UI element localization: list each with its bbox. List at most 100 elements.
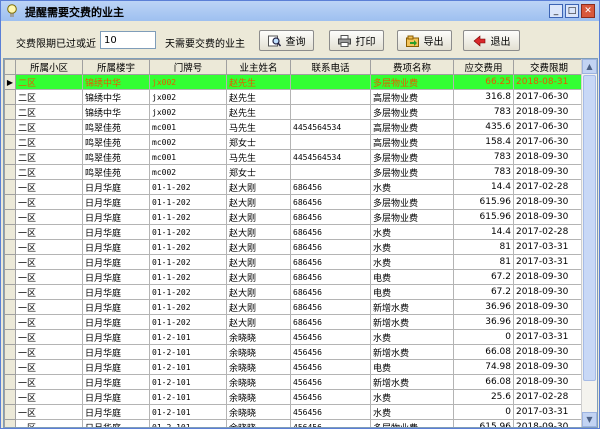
table-cell[interactable]: 686456 xyxy=(290,299,371,315)
table-cell[interactable]: 01-2-101 xyxy=(149,404,227,420)
table-cell[interactable]: 2018-09-30 xyxy=(513,194,585,210)
table-cell[interactable]: 67.2 xyxy=(453,284,514,300)
row-indicator[interactable] xyxy=(4,389,16,405)
data-grid[interactable]: 所属小区 所属楼宇 门牌号 业主姓名 联系电话 费项名称 应交费用 交费限期 ▶… xyxy=(3,58,598,428)
table-cell[interactable]: 鸣翠佳苑 xyxy=(82,134,150,150)
row-indicator[interactable] xyxy=(4,119,16,135)
table-cell[interactable]: 81 xyxy=(453,239,514,255)
table-cell[interactable]: 水费 xyxy=(370,254,454,270)
table-cell[interactable]: 2017-03-31 xyxy=(513,239,585,255)
table-cell[interactable]: 余晓晓 xyxy=(226,374,291,390)
table-cell[interactable]: 2017-03-31 xyxy=(513,254,585,270)
row-indicator[interactable] xyxy=(4,239,16,255)
table-row[interactable]: 一区 日月华庭 01-2-101 余晓晓 456456 电费 74.98 2018-09-30 xyxy=(4,359,585,375)
table-cell[interactable]: 01-2-101 xyxy=(149,389,227,405)
table-cell[interactable]: 67.2 xyxy=(453,269,514,285)
table-cell[interactable]: 2018-09-30 xyxy=(513,269,585,285)
table-cell[interactable]: 高层物业费 xyxy=(370,89,454,105)
table-cell[interactable]: 二区 xyxy=(15,119,83,135)
table-cell[interactable]: 水费 xyxy=(370,239,454,255)
print-button[interactable]: 打印 xyxy=(329,30,384,51)
table-cell[interactable]: 锦绣中华 xyxy=(82,89,150,105)
table-cell[interactable]: 赵大刚 xyxy=(226,254,291,270)
row-indicator[interactable] xyxy=(4,89,16,105)
table-cell[interactable]: 马先生 xyxy=(226,119,291,135)
table-cell[interactable]: 2018-09-30 xyxy=(513,284,585,300)
table-cell[interactable]: 36.96 xyxy=(453,299,514,315)
table-cell[interactable]: 2018-09-30 xyxy=(513,344,585,360)
table-cell[interactable]: 01-1-202 xyxy=(149,194,227,210)
table-cell[interactable]: 余晓晓 xyxy=(226,329,291,345)
table-cell[interactable]: 01-1-202 xyxy=(149,209,227,225)
table-cell[interactable]: 0 xyxy=(453,404,514,420)
table-cell[interactable]: 01-2-101 xyxy=(149,419,227,427)
table-cell[interactable]: 2018-09-30 xyxy=(513,359,585,375)
table-cell[interactable]: 日月华庭 xyxy=(82,344,150,360)
table-cell[interactable]: 鸣翠佳苑 xyxy=(82,149,150,165)
table-cell[interactable]: 一区 xyxy=(15,224,83,240)
table-cell[interactable]: 郑女士 xyxy=(226,134,291,150)
table-cell[interactable]: 一区 xyxy=(15,209,83,225)
table-cell[interactable] xyxy=(290,89,371,105)
table-cell[interactable]: 一区 xyxy=(15,284,83,300)
table-cell[interactable]: 01-2-101 xyxy=(149,374,227,390)
table-row[interactable]: 一区 日月华庭 01-2-101 余晓晓 456456 新增水费 66.08 2018-09-… xyxy=(4,374,585,390)
table-cell[interactable]: 日月华庭 xyxy=(82,209,150,225)
table-cell[interactable]: 2018-09-30 xyxy=(513,104,585,120)
table-cell[interactable]: 日月华庭 xyxy=(82,329,150,345)
table-cell[interactable]: 2018-09-30 xyxy=(513,209,585,225)
row-indicator[interactable] xyxy=(4,209,16,225)
table-cell[interactable]: 二区 xyxy=(15,74,83,90)
query-button[interactable]: 查询 xyxy=(259,30,314,51)
table-cell[interactable]: 01-1-202 xyxy=(149,269,227,285)
table-cell[interactable]: 多层物业费 xyxy=(370,164,454,180)
table-cell[interactable]: 二区 xyxy=(15,164,83,180)
table-cell[interactable]: 日月华庭 xyxy=(82,389,150,405)
table-cell[interactable]: 74.98 xyxy=(453,359,514,375)
table-cell[interactable]: 水费 xyxy=(370,404,454,420)
scroll-up-button[interactable]: ▲ xyxy=(582,59,597,74)
table-cell[interactable]: 456456 xyxy=(290,389,371,405)
table-cell[interactable]: 456456 xyxy=(290,344,371,360)
table-cell[interactable]: 36.96 xyxy=(453,314,514,330)
table-cell[interactable]: 赵大刚 xyxy=(226,269,291,285)
row-indicator[interactable] xyxy=(4,224,16,240)
row-indicator[interactable] xyxy=(4,329,16,345)
row-indicator[interactable] xyxy=(4,179,16,195)
table-cell[interactable]: 赵大刚 xyxy=(226,194,291,210)
table-cell[interactable]: 二区 xyxy=(15,104,83,120)
table-cell[interactable]: 686456 xyxy=(290,209,371,225)
table-cell[interactable]: 二区 xyxy=(15,149,83,165)
table-cell[interactable]: 余晓晓 xyxy=(226,389,291,405)
table-cell[interactable] xyxy=(290,164,371,180)
table-row[interactable]: 一区 日月华庭 01-1-202 赵大刚 686456 多层物业费 615.96 2018-0… xyxy=(4,209,585,225)
table-cell[interactable]: 赵先生 xyxy=(226,74,291,90)
table-cell[interactable]: 01-1-202 xyxy=(149,299,227,315)
table-cell[interactable]: 二区 xyxy=(15,89,83,105)
row-indicator[interactable] xyxy=(4,134,16,150)
table-cell[interactable]: 锦绣中华 xyxy=(82,104,150,120)
table-cell[interactable]: 赵先生 xyxy=(226,89,291,105)
table-cell[interactable]: 锦绣中华 xyxy=(82,74,150,90)
table-cell[interactable]: mc002 xyxy=(149,164,227,180)
table-row[interactable]: 一区 日月华庭 01-1-202 赵大刚 686456 电费 67.2 2018-09-30 xyxy=(4,269,585,285)
table-cell[interactable]: 686456 xyxy=(290,269,371,285)
table-cell[interactable]: 日月华庭 xyxy=(82,224,150,240)
table-cell[interactable]: 01-1-202 xyxy=(149,284,227,300)
table-cell[interactable]: 2018-09-30 xyxy=(513,164,585,180)
table-cell[interactable]: 4454564534 xyxy=(290,119,371,135)
table-row[interactable]: 一区 日月华庭 01-2-101 余晓晓 456456 水费 0 2017-03-31 xyxy=(4,329,585,345)
table-row[interactable]: 一区 日月华庭 01-1-202 赵大刚 686456 水费 81 2017-03-31 xyxy=(4,239,585,255)
scroll-thumb[interactable] xyxy=(583,75,596,381)
table-cell[interactable]: 01-2-101 xyxy=(149,329,227,345)
table-cell[interactable]: 66.08 xyxy=(453,374,514,390)
table-row[interactable]: 一区 日月华庭 01-1-202 赵大刚 686456 新增水费 36.96 2018-09-… xyxy=(4,299,585,315)
table-cell[interactable]: 一区 xyxy=(15,194,83,210)
table-row[interactable]: 一区 日月华庭 01-2-101 余晓晓 456456 水费 25.6 2017-02-28 xyxy=(4,389,585,405)
table-cell[interactable] xyxy=(290,134,371,150)
column-header[interactable]: 交费限期 xyxy=(513,59,585,75)
table-cell[interactable]: 01-1-202 xyxy=(149,224,227,240)
table-row[interactable]: 二区 鸣翠佳苑 mc001 马先生 4454564534 多层物业费 783 2018-09-… xyxy=(4,149,585,165)
table-cell[interactable]: 783 xyxy=(453,104,514,120)
table-cell[interactable]: 456456 xyxy=(290,359,371,375)
